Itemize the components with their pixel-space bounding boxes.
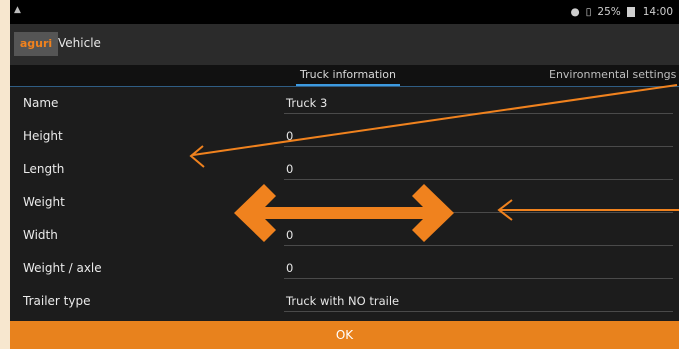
vibrate-icon: ▯	[585, 6, 592, 18]
width-field[interactable]: 0	[284, 223, 673, 246]
row-length: Length 0	[10, 153, 679, 186]
weight-axle-value: 0	[286, 261, 294, 275]
ok-button[interactable]: OK	[10, 321, 679, 349]
width-value: 0	[286, 228, 294, 242]
status-bar: ▲ ● ▯ 25% 14:00	[10, 0, 679, 24]
width-label: Width	[23, 228, 58, 242]
height-value: 0	[286, 129, 294, 143]
tab-truck-information[interactable]: Truck information	[296, 68, 400, 86]
app-window: ▲ ● ▯ 25% 14:00 aguri Vehicle Truck info…	[10, 0, 679, 349]
length-value: 0	[286, 162, 294, 176]
name-label: Name	[23, 96, 59, 110]
name-field[interactable]: Truck 3	[284, 91, 673, 114]
weight-axle-field[interactable]: 0	[284, 256, 673, 279]
height-field[interactable]: 0	[284, 124, 673, 147]
tab-bar: Truck information Environmental settings	[10, 65, 679, 87]
app-title: Vehicle	[58, 36, 101, 50]
row-width: Width 0	[10, 219, 679, 252]
row-height: Height 0	[10, 120, 679, 153]
weight-field[interactable]	[284, 190, 673, 213]
location-icon: ●	[570, 6, 580, 18]
row-trailer-type: Trailer type Truck with NO traile	[10, 285, 679, 318]
name-value: Truck 3	[286, 96, 328, 110]
clock: 14:00	[642, 6, 673, 18]
weight-axle-label: Weight / axle	[23, 261, 102, 275]
trailer-type-value: Truck with NO traile	[286, 294, 400, 308]
battery-percent: 25%	[597, 6, 621, 18]
app-bar: aguri Vehicle	[10, 24, 679, 65]
trailer-type-field[interactable]: Truck with NO traile	[284, 289, 673, 312]
notification-icon: ▲	[14, 5, 21, 15]
weight-label: Weight	[23, 195, 65, 209]
length-field[interactable]: 0	[284, 157, 673, 180]
height-label: Height	[23, 129, 63, 143]
row-weight: Weight	[10, 186, 679, 219]
length-label: Length	[23, 162, 65, 176]
row-weight-axle: Weight / axle 0	[10, 252, 679, 285]
tab-environmental-settings[interactable]: Environmental settings	[549, 68, 676, 81]
row-name: Name Truck 3	[10, 87, 679, 120]
trailer-type-label: Trailer type	[23, 294, 91, 308]
battery-icon	[626, 7, 635, 17]
status-right: ● ▯ 25% 14:00	[570, 6, 673, 18]
app-logo: aguri	[14, 32, 58, 56]
